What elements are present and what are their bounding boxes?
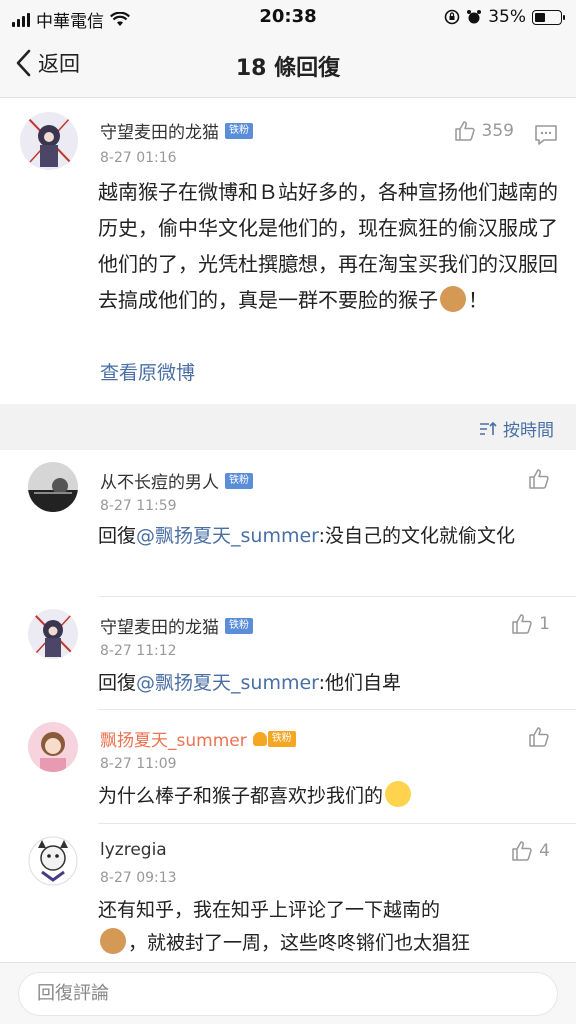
like-button[interactable]: 1 (511, 613, 550, 635)
author-name: 守望麦田的龙猫 (100, 123, 219, 143)
post-author[interactable]: 守望麦田的龙猫 铁粉 (100, 118, 253, 143)
like-button[interactable]: 4 (511, 840, 550, 862)
sort-strip: 按時間 (0, 404, 576, 450)
fan-badge: 铁粉 (225, 122, 253, 139)
page-title: 18 條回復 (235, 56, 341, 81)
author-name: 从不长痘的男人 (100, 473, 219, 493)
view-original-link[interactable]: 查看原微博 (100, 358, 195, 385)
crown-icon (252, 731, 267, 746)
like-button[interactable] (528, 468, 550, 490)
reply-author[interactable]: 守望麦田的龙猫 铁粉 (100, 613, 253, 638)
like-count: 359 (481, 121, 514, 141)
post-text: 越南猴子在微博和Ｂ站好多的，各种宣扬他们越南的历史，偷中华文化是他们的，现在疯狂… (98, 174, 558, 318)
thumbs-up-icon (529, 469, 549, 489)
avatar[interactable] (28, 609, 78, 659)
reply-timestamp: 8-27 11:59 (100, 498, 177, 514)
reply-prefix: 回復 (98, 672, 137, 694)
post-text-main: 越南猴子在微博和Ｂ站好多的，各种宣扬他们越南的历史，偷中华文化是他们的，现在疯狂… (98, 180, 558, 312)
reply-text: 为什么棒子和猴子都喜欢抄我们的 (98, 780, 558, 813)
shush-face-icon (385, 781, 412, 807)
battery-icon (532, 9, 565, 25)
navigation-bar: 返回 18 條回復 (0, 34, 576, 98)
reply-text: 回復@飘扬夏天_summer:他们自卑 (98, 667, 558, 700)
avatar[interactable] (28, 722, 78, 772)
back-label: 返回 (38, 52, 80, 76)
comment-input[interactable]: 回復評論 (18, 972, 558, 1016)
reply-text: 回復@飘扬夏天_summer:没自己的文化就偷文化 (98, 520, 558, 553)
post-timestamp: 8-27 01:16 (100, 150, 177, 166)
monkey-emoji-icon (440, 286, 466, 312)
mention-link[interactable]: @飘扬夏天_summer (136, 525, 319, 547)
comment-bar: 回復評論 (0, 962, 576, 1024)
reply-author[interactable]: 飘扬夏天_summer 铁粉 (100, 726, 296, 751)
author-name: 守望麦田的龙猫 (100, 618, 219, 638)
fan-badge: 铁粉 (225, 617, 253, 634)
avatar-image (20, 112, 78, 170)
like-button[interactable]: 359 (454, 120, 514, 142)
thumbs-up-icon (512, 614, 532, 634)
list-item: 飘扬夏天_summer 铁粉 8-27 11:09 为什么棒子和猴子都喜欢抄我们… (0, 710, 576, 824)
reply-text: 还有知乎，我在知乎上评论了一下越南的 ，就被封了一周，这些咚咚锵们也太猖狂 (98, 894, 558, 960)
avatar-image (28, 836, 78, 886)
chevron-left-icon (16, 49, 31, 77)
like-count: 1 (539, 614, 550, 634)
reply-list: 从不长痘的男人 铁粉 8-27 11:59 回復@飘扬夏天_summer:没自己… (0, 450, 576, 962)
like-button[interactable] (528, 726, 550, 748)
rotation-lock-icon (444, 9, 460, 25)
like-count: 4 (539, 841, 550, 861)
reply-body-line1: 还有知乎，我在知乎上评论了一下越南的 (98, 899, 441, 921)
status-right: 35% (444, 7, 565, 27)
reply-body: 为什么棒子和猴子都喜欢抄我们的 (98, 785, 384, 807)
reply-timestamp: 8-27 09:13 (100, 870, 177, 886)
thumbs-up-icon (512, 841, 532, 861)
avatar-image (28, 609, 78, 659)
comment-icon[interactable] (534, 124, 558, 146)
author-name: lyzregia (100, 840, 167, 860)
sort-label: 按時間 (503, 421, 554, 441)
list-item: lyzregia 8-27 09:13 4 还有知乎，我在知乎上评论了一下越南的… (0, 824, 576, 962)
author-name: 飘扬夏天_summer (100, 731, 247, 751)
avatar-image (28, 722, 78, 772)
sort-by-time-button[interactable]: 按時間 (479, 416, 554, 441)
reply-author[interactable]: 从不长痘的男人 铁粉 (100, 468, 253, 493)
mention-link[interactable]: @飘扬夏天_summer (136, 672, 319, 694)
list-item: 守望麦田的龙猫 铁粉 8-27 11:12 1 回復@飘扬夏天_summer:他… (0, 597, 576, 710)
monkey-emoji-icon (100, 928, 126, 954)
reply-timestamp: 8-27 11:12 (100, 643, 177, 659)
reply-author[interactable]: lyzregia (100, 840, 167, 860)
fan-badge: 铁粉 (267, 730, 296, 747)
reply-prefix: 回復 (98, 525, 137, 547)
avatar[interactable] (20, 112, 78, 170)
reply-body: :没自己的文化就偷文化 (318, 525, 516, 547)
avatar[interactable] (28, 462, 78, 512)
thumbs-up-icon (529, 727, 549, 747)
battery-percent: 35% (488, 7, 526, 27)
post-text-end: ！ (468, 288, 488, 312)
avatar-image (28, 462, 78, 512)
avatar[interactable] (28, 836, 78, 886)
reply-body: :他们自卑 (318, 672, 402, 694)
list-item: 从不长痘的男人 铁粉 8-27 11:59 回復@飘扬夏天_summer:没自己… (0, 450, 576, 597)
main-post: 守望麦田的龙猫 铁粉 8-27 01:16 359 越南猴子在微博和Ｂ站好多的，… (0, 98, 576, 404)
thumbs-up-icon (454, 121, 475, 141)
sort-icon (480, 421, 497, 435)
fan-badge: 铁粉 (225, 472, 253, 489)
reply-body-line2: ，就被封了一周，这些咚咚锵们也太猖狂 (128, 932, 471, 954)
alarm-icon (467, 10, 482, 24)
status-bar: 中華電信 20:38 35% (0, 0, 576, 34)
back-button[interactable]: 返回 (14, 48, 80, 78)
reply-timestamp: 8-27 11:09 (100, 756, 177, 772)
